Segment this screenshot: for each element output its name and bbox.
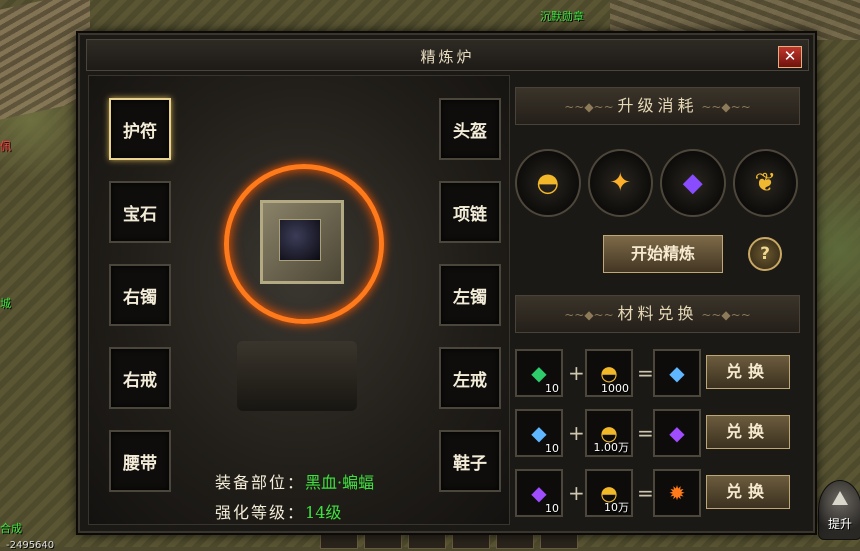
gold-ingot-icon[interactable]: ◓ 10万 [585,469,633,517]
equals-sign: = [637,421,654,445]
cost-count: 10万 [604,501,629,514]
world-label-left-1: 佩 [0,140,11,153]
orange-gem-icon[interactable]: ✹ [653,469,701,517]
altar-base [237,341,357,411]
slot-left-bracelet[interactable]: 左镯 [439,264,501,326]
slot-necklace[interactable]: 项链 [439,181,501,243]
slot-boots[interactable]: 鞋子 [439,430,501,492]
gold-ingot-icon: ◓ [515,149,581,217]
slot-gem[interactable]: 宝石 [109,181,171,243]
cost-count: 1.00万 [593,441,630,454]
blue-gem-icon[interactable]: ◆ [653,349,701,397]
furnace-altar [224,164,384,324]
help-icon[interactable]: ? [748,237,782,271]
plus-sign: + [568,481,585,505]
world-label-number: -2495640 [6,540,55,551]
exchange-row: ◆ 10 + ◓ 1000 = ◆ 兑换 [515,349,798,397]
equip-part-label: 装备部位： [215,473,306,492]
slot-right-bracelet[interactable]: 右镯 [109,264,171,326]
upgrade-button-label: 提升 [827,517,852,531]
exchange-button[interactable]: 兑换 [706,355,790,389]
exchange-button[interactable]: 兑换 [706,475,790,509]
skill-slot[interactable] [320,532,358,549]
start-refine-button[interactable]: 开始精炼 [603,235,723,273]
player-title-label: 沉默勋章 [540,10,584,23]
selected-equipment-icon[interactable] [279,219,321,261]
exchange-row: ◆ 10 + ◓ 1.00万 = ◆ 兑换 [515,409,798,457]
blue-gem-icon[interactable]: ◆ 10 [515,409,563,457]
slot-helmet[interactable]: 头盔 [439,98,501,160]
plus-sign: + [568,421,585,445]
purple-gem-icon[interactable]: ◆ [653,409,701,457]
equals-sign: = [637,481,654,505]
gold-ingot-icon[interactable]: ◓ 1.00万 [585,409,633,457]
exchange-button[interactable]: 兑换 [706,415,790,449]
equipment-info: 装备部位： 黑血·蝙蝠 强化等级： 14级 [215,466,374,526]
input-count: 10 [545,442,559,455]
equipment-area: 护符 宝石 右镯 右戒 腰带 头盔 项链 左镯 左戒 鞋子 装备部位： 黑血·蝙… [88,75,510,525]
enhance-level-label: 强化等级： [215,503,306,522]
slot-right-ring[interactable]: 右戒 [109,347,171,409]
gold-ingot-icon[interactable]: ◓ 1000 [585,349,633,397]
equip-part-value: 黑血·蝙蝠 [305,473,375,492]
input-count: 10 [545,502,559,515]
enhance-level-value: 14级 [305,503,342,522]
material-exchange-title: 材料兑换 [617,304,698,323]
skill-slot[interactable] [496,532,534,549]
upgrade-button[interactable]: 提升 [818,480,860,540]
upgrade-cost-title: 升级消耗 [617,96,698,115]
gold-leaf-icon: ❦ [732,149,798,217]
skill-slot[interactable] [408,532,446,549]
equals-sign: = [637,361,654,385]
plus-sign: + [568,361,585,385]
world-label-left-3: 合成 [0,522,22,535]
world-label-left-2: 城 [0,297,11,310]
up-arrow-icon [832,491,848,505]
panel-title: 精炼炉 [420,48,475,66]
bottom-skill-bar [320,532,700,549]
material-exchange-header: ~~◆~~ 材料兑换 ~~◆~~ [515,295,800,333]
slot-belt[interactable]: 腰带 [109,430,171,492]
purple-crystal-icon: ◆ [660,149,726,217]
upgrade-cost-header: ~~◆~~ 升级消耗 ~~◆~~ [515,87,800,125]
right-panel: ~~◆~~ 升级消耗 ~~◆~~ ◓ ✦ ◆ ❦ 开始精炼 ? ~~◆~~ 材料… [515,87,800,523]
refining-furnace-panel: 精炼炉 ✕ 护符 宝石 右镯 右戒 腰带 头盔 项链 左镯 左戒 鞋子 装备部位… [78,33,815,533]
close-button[interactable]: ✕ [778,46,802,68]
exchange-row: ◆ 10 + ◓ 10万 = ✹ 兑换 [515,469,798,517]
building-roof-left [0,0,90,120]
input-count: 10 [545,382,559,395]
skill-slot[interactable] [540,532,578,549]
skill-slot[interactable] [452,532,490,549]
purple-gem-icon[interactable]: ◆ 10 [515,469,563,517]
gold-shard-icon: ✦ [587,149,653,217]
green-gem-icon[interactable]: ◆ 10 [515,349,563,397]
slot-amulet[interactable]: 护符 [109,98,171,160]
panel-titlebar: 精炼炉 ✕ [86,39,809,71]
skill-slot[interactable] [364,532,402,549]
slot-left-ring[interactable]: 左戒 [439,347,501,409]
upgrade-cost-items: ◓ ✦ ◆ ❦ [515,149,798,219]
cost-count: 1000 [601,382,629,395]
